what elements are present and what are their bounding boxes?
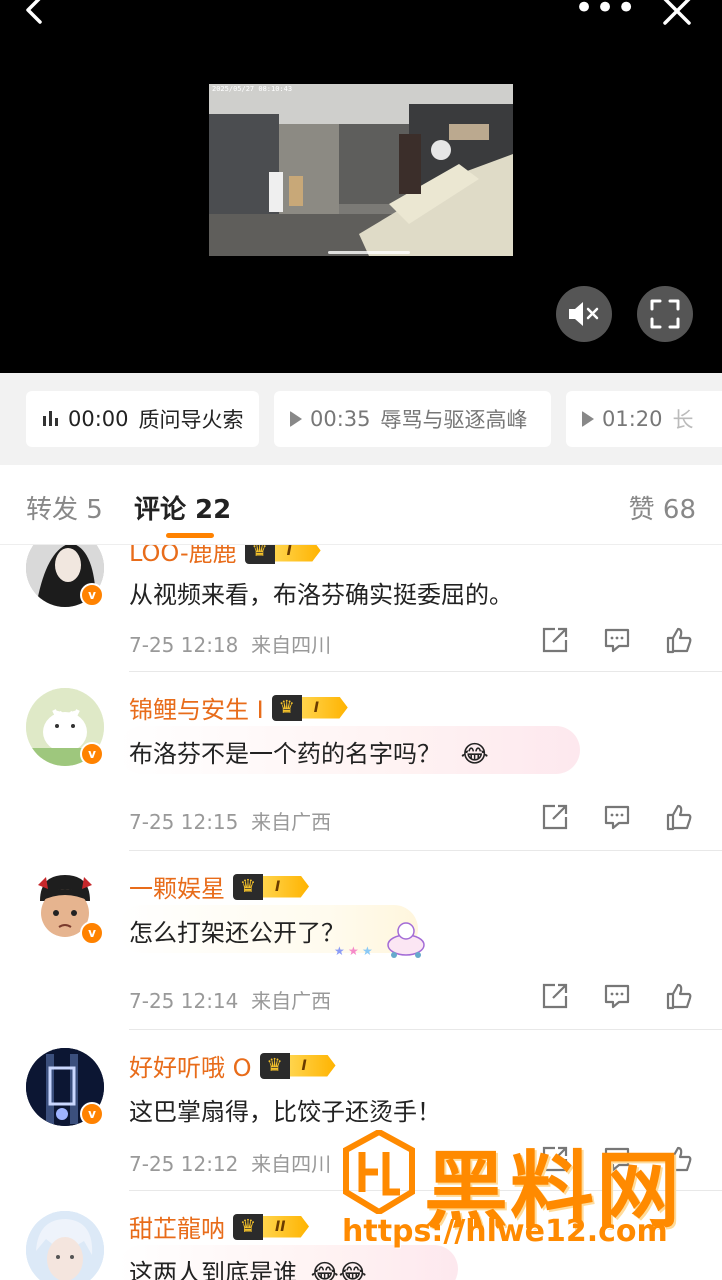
verified-badge: v bbox=[80, 742, 104, 766]
close-icon bbox=[663, 0, 691, 25]
comment-text: 布洛芬不是一个药的名字吗？ 😂 bbox=[129, 740, 489, 768]
more-options-button[interactable]: ••• bbox=[574, 0, 637, 25]
crown-icon: ♛ bbox=[271, 694, 302, 721]
svg-text:★: ★ bbox=[348, 944, 359, 958]
play-icon bbox=[582, 411, 594, 427]
share-icon bbox=[542, 627, 568, 653]
audio-bars-icon bbox=[43, 411, 58, 426]
tab-like[interactable]: 赞 68 bbox=[629, 489, 696, 526]
comment-text: 从视频来看，布洛芬确实挺委屈的。 bbox=[129, 581, 513, 609]
reply-button[interactable] bbox=[602, 981, 632, 1011]
comment-meta: 7-25 12:14 来自广西 bbox=[129, 989, 332, 1013]
chapter-item-3[interactable]: 01:20 长 bbox=[566, 391, 722, 447]
video-player[interactable]: ••• 2025/05/27 08:10:43 bbox=[0, 0, 722, 373]
thumbs-up-icon bbox=[666, 804, 692, 831]
crown-icon: ♛ bbox=[233, 1213, 263, 1240]
mute-button[interactable] bbox=[556, 286, 612, 342]
chapter-time: 01:20 bbox=[602, 407, 663, 431]
comment-icon bbox=[604, 628, 630, 653]
like-button[interactable] bbox=[664, 802, 694, 832]
member-crown-badge: ♛ I bbox=[271, 694, 348, 721]
member-crown-badge: ♛ II bbox=[233, 1213, 309, 1240]
share-icon bbox=[542, 983, 568, 1009]
comment-username[interactable]: 好好听哦 O ♛ I bbox=[129, 1048, 336, 1083]
divider bbox=[129, 671, 722, 672]
divider bbox=[129, 850, 722, 851]
chapter-title: 长 bbox=[672, 408, 694, 432]
chapter-time: 00:35 bbox=[310, 407, 371, 431]
svg-text:★: ★ bbox=[362, 944, 373, 958]
tab-repost[interactable]: 转发 5 bbox=[26, 489, 103, 526]
reply-button[interactable] bbox=[602, 625, 632, 655]
watermark: 黑料网 https://hlwe12.com bbox=[340, 1130, 710, 1270]
muted-speaker-icon bbox=[569, 302, 599, 326]
share-icon bbox=[542, 804, 568, 830]
comment-text: 怎么打架还公开了？ bbox=[129, 919, 345, 947]
watermark-url: https://hlwe12.com bbox=[342, 1214, 668, 1249]
comment-username[interactable]: 锦鲤与安生 I ♛ I bbox=[129, 690, 348, 725]
comment-meta: 7-25 12:15 来自广西 bbox=[129, 810, 332, 834]
back-arrow-icon bbox=[26, 0, 42, 24]
svg-text:★: ★ bbox=[334, 944, 345, 958]
crown-icon: ♛ bbox=[244, 545, 275, 564]
thumbs-up-icon bbox=[666, 627, 692, 654]
video-frame[interactable]: 2025/05/27 08:10:43 bbox=[209, 84, 513, 256]
comment-meta: 7-25 12:12 来自四川 bbox=[129, 1152, 332, 1176]
comment-actions bbox=[540, 625, 694, 655]
thumbs-up-icon bbox=[666, 983, 692, 1010]
comment-icon bbox=[604, 805, 630, 830]
chapter-strip[interactable]: 00:00 质问导火索 00:35 辱骂与驱逐高峰 01:20 长 bbox=[0, 373, 722, 465]
chapter-item-1[interactable]: 00:00 质问导火索 bbox=[26, 391, 259, 447]
fullscreen-button[interactable] bbox=[637, 286, 693, 342]
sticker-decoration: ★ ★ ★ bbox=[334, 919, 430, 959]
chapter-time: 00:00 bbox=[68, 407, 129, 431]
comment-username[interactable]: 一颗娱星 ♛ I bbox=[129, 869, 309, 904]
comment-text: 这巴掌扇得，比饺子还烫手！ bbox=[129, 1098, 441, 1126]
verified-badge: v bbox=[80, 583, 104, 607]
member-crown-badge: ♛ I bbox=[244, 545, 321, 564]
video-progress-bar[interactable] bbox=[328, 251, 410, 254]
comment-icon bbox=[604, 984, 630, 1009]
chapter-title: 质问导火索 bbox=[138, 408, 244, 432]
avatar[interactable] bbox=[26, 1211, 104, 1280]
verified-badge: v bbox=[80, 1102, 104, 1126]
reply-button[interactable] bbox=[602, 802, 632, 832]
chapter-title: 辱骂与驱逐高峰 bbox=[380, 408, 528, 432]
tab-active-indicator bbox=[166, 533, 214, 538]
share-button[interactable] bbox=[540, 625, 570, 655]
fullscreen-icon bbox=[650, 299, 680, 329]
play-icon bbox=[290, 411, 302, 427]
comment-username[interactable]: 甜芷龍呐 ♛ II bbox=[129, 1209, 309, 1244]
comment-actions bbox=[540, 802, 694, 832]
close-button[interactable] bbox=[660, 0, 694, 28]
video-scene bbox=[209, 84, 513, 256]
chapter-item-2[interactable]: 00:35 辱骂与驱逐高峰 bbox=[274, 391, 551, 447]
laugh-cry-emoji: 😂 bbox=[460, 740, 489, 768]
tab-comment[interactable]: 评论 22 bbox=[134, 489, 231, 526]
crown-icon: ♛ bbox=[233, 873, 263, 900]
share-button[interactable] bbox=[540, 802, 570, 832]
comment-username[interactable]: LOO-鹿鹿 ♛ I bbox=[129, 545, 321, 568]
comment-meta: 7-25 12:18 来自四川 bbox=[129, 633, 332, 657]
comment-actions bbox=[540, 981, 694, 1011]
verified-badge: v bbox=[80, 921, 104, 945]
comment-text: 这两人到底是谁 😂😂 bbox=[129, 1253, 367, 1280]
watermark-logo-icon bbox=[343, 1130, 415, 1214]
divider bbox=[129, 1029, 722, 1030]
tab-bar: 转发 5 评论 22 赞 68 bbox=[0, 465, 722, 545]
crown-icon: ♛ bbox=[259, 1052, 290, 1079]
like-button[interactable] bbox=[664, 625, 694, 655]
back-button[interactable] bbox=[20, 0, 52, 28]
more-dots-icon: ••• bbox=[574, 0, 638, 28]
member-crown-badge: ♛ I bbox=[233, 873, 309, 900]
share-button[interactable] bbox=[540, 981, 570, 1011]
member-crown-badge: ♛ I bbox=[259, 1052, 336, 1079]
video-timestamp: 2025/05/27 08:10:43 bbox=[212, 85, 293, 93]
like-button[interactable] bbox=[664, 981, 694, 1011]
